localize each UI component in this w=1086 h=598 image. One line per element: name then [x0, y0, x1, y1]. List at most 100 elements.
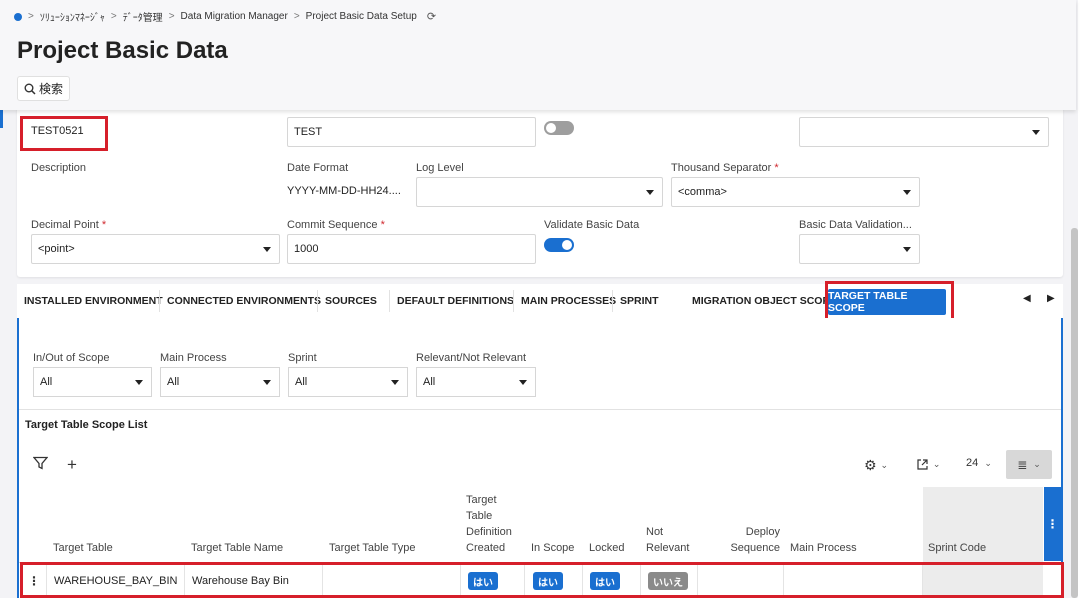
description-input[interactable]: TEST: [287, 117, 536, 147]
cell-target-table-name[interactable]: Warehouse Bay Bin: [192, 575, 289, 587]
cell-divider: [46, 563, 47, 597]
scrollbar-thumb[interactable]: [1071, 228, 1078, 598]
tab-main-processes[interactable]: MAIN PROCESSES: [521, 284, 616, 318]
scope-filter-label: In/Out of Scope: [33, 352, 110, 364]
settings-button[interactable]: ⚙ ⌄: [864, 457, 888, 474]
tab-scroll-right-icon[interactable]: ▶: [1047, 293, 1055, 304]
panel-divider: [19, 409, 1061, 410]
tab-divider: [389, 290, 390, 312]
sprint-filter-select[interactable]: All: [288, 367, 408, 397]
cell-divider: [783, 563, 784, 597]
tab-sources[interactable]: SOURCES: [325, 284, 377, 318]
decimal-point-select[interactable]: <point>: [31, 234, 280, 264]
thousand-separator-label-text: Thousand Separator: [671, 162, 772, 174]
decimal-point-label-text: Decimal Point: [31, 219, 99, 231]
col-main-process[interactable]: Main Process: [790, 540, 857, 556]
caret-down-icon: [263, 380, 271, 385]
search-button[interactable]: 検索: [17, 76, 71, 101]
add-icon[interactable]: +: [67, 455, 77, 475]
basic-data-validation-select[interactable]: [799, 234, 920, 264]
tab-connected-environments[interactable]: CONNECTED ENVIRONMENTS: [167, 284, 321, 318]
col-in-scope[interactable]: In Scope: [531, 540, 574, 556]
caret-down-icon: [391, 380, 399, 385]
chevron-right-icon: >: [110, 11, 117, 22]
template-project-toggle[interactable]: [544, 121, 574, 135]
chevron-down-icon: ⌄: [932, 458, 941, 469]
col-sprint-code[interactable]: Sprint Code: [928, 540, 986, 556]
search-icon: [24, 83, 36, 95]
refresh-icon[interactable]: ⟳: [427, 10, 436, 23]
page-size-select[interactable]: 24 ⌄: [966, 457, 992, 469]
tab-target-table-scope[interactable]: TARGET TABLE SCOPE: [828, 289, 946, 315]
cell-divider: [582, 563, 583, 597]
col-target-table-type[interactable]: Target Table Type: [329, 540, 415, 556]
breadcrumb-item-data-migration-manager[interactable]: Data Migration Manager: [181, 11, 288, 22]
chevron-right-icon: >: [293, 11, 300, 22]
commit-sequence-input[interactable]: 1000: [287, 234, 536, 264]
main-process-filter-select[interactable]: All: [160, 367, 280, 397]
thousand-separator-label: Thousand Separator *: [671, 162, 779, 174]
caret-down-icon: [646, 190, 654, 195]
col-target-table[interactable]: Target Table: [53, 540, 113, 556]
badge-not-relevant: いいえ: [648, 572, 688, 590]
home-icon[interactable]: [14, 12, 22, 21]
basic-data-validation-label: Basic Data Validation...: [799, 219, 912, 231]
breadcrumb-item-data-management[interactable]: ﾃﾞｰﾀ管理: [123, 9, 163, 24]
tab-scroll-left-icon[interactable]: ◀: [1023, 293, 1031, 304]
scope-filter-select[interactable]: All: [33, 367, 152, 397]
chevron-down-icon: ⌄: [1033, 459, 1041, 469]
project-id-value[interactable]: TEST0521: [31, 125, 84, 137]
validate-basic-data-label: Validate Basic Data: [544, 219, 640, 231]
decimal-point-label: Decimal Point *: [31, 219, 106, 231]
commit-sequence-label: Commit Sequence *: [287, 219, 385, 231]
tab-installed-environment[interactable]: INSTALLED ENVIRONMENT: [24, 284, 163, 318]
filter-icon[interactable]: [33, 456, 48, 470]
breadcrumb-item-solution-manager[interactable]: ｿﾘｭｰｼｮﾝﾏﾈｰｼﾞｬ: [40, 9, 105, 24]
tab-divider: [159, 290, 160, 312]
thousand-separator-select[interactable]: <comma>: [671, 177, 920, 207]
col-deploy-sequence-line: Deploy: [745, 526, 780, 538]
more-vertical-icon: ⋮: [1046, 517, 1059, 531]
col-deploy-sequence-line: Sequence: [730, 542, 780, 554]
tab-divider: [612, 290, 613, 312]
cell-divider: [640, 563, 641, 597]
col-locked[interactable]: Locked: [589, 540, 624, 556]
tab-migration-object-scope[interactable]: MIGRATION OBJECT SCOPE: [692, 284, 836, 318]
log-level-select[interactable]: [416, 177, 663, 207]
col-definition-created-line: Table: [466, 510, 493, 522]
badge-definition-created: はい: [468, 572, 498, 590]
tab-divider: [317, 290, 318, 312]
export-icon: [917, 458, 928, 470]
page-header: > ｿﾘｭｰｼｮﾝﾏﾈｰｼﾞｬ > ﾃﾞｰﾀ管理 > Data Migratio…: [0, 0, 1076, 110]
tab-sprint[interactable]: SPRINT: [620, 284, 659, 318]
caret-down-icon: [1032, 130, 1040, 135]
left-nav-marker: [0, 110, 3, 128]
sprint-filter-label: Sprint: [288, 352, 317, 364]
cell-target-table[interactable]: WAREHOUSE_BAY_BIN: [54, 575, 177, 587]
required-mark: *: [101, 219, 107, 231]
col-not-relevant[interactable]: Not Relevant: [646, 524, 689, 556]
col-definition-created-line: Target: [466, 494, 497, 506]
description-input-value: TEST: [294, 126, 323, 138]
date-format-value: YYYY-MM-DD-HH24....: [287, 185, 401, 197]
main-process-filter-value: All: [167, 376, 180, 388]
export-button[interactable]: ⌄: [916, 456, 940, 472]
row-menu-icon[interactable]: ⋮: [28, 574, 40, 588]
col-not-relevant-line: Relevant: [646, 542, 690, 554]
list-title: Target Table Scope List: [25, 419, 148, 431]
tab-default-definitions[interactable]: DEFAULT DEFINITIONS: [397, 284, 514, 318]
col-target-table-name[interactable]: Target Table Name: [191, 540, 283, 556]
relevant-filter-select[interactable]: All: [416, 367, 536, 397]
caret-down-icon: [519, 380, 527, 385]
view-mode-button[interactable]: ≣ ⌄: [1006, 450, 1052, 479]
chevron-right-icon: >: [168, 11, 175, 22]
col-deploy-sequence[interactable]: Deploy Sequence: [730, 524, 780, 556]
col-definition-created[interactable]: Target Table Definition Created: [466, 492, 512, 556]
based-on-template-select[interactable]: [799, 117, 1049, 147]
column-options-button[interactable]: ⋮: [1044, 487, 1061, 561]
main-process-filter-label: Main Process: [160, 352, 227, 364]
search-button-label: 検索: [39, 82, 64, 96]
caret-down-icon: [135, 380, 143, 385]
page-title: Project Basic Data: [17, 37, 228, 64]
validate-basic-data-toggle[interactable]: [544, 238, 574, 252]
